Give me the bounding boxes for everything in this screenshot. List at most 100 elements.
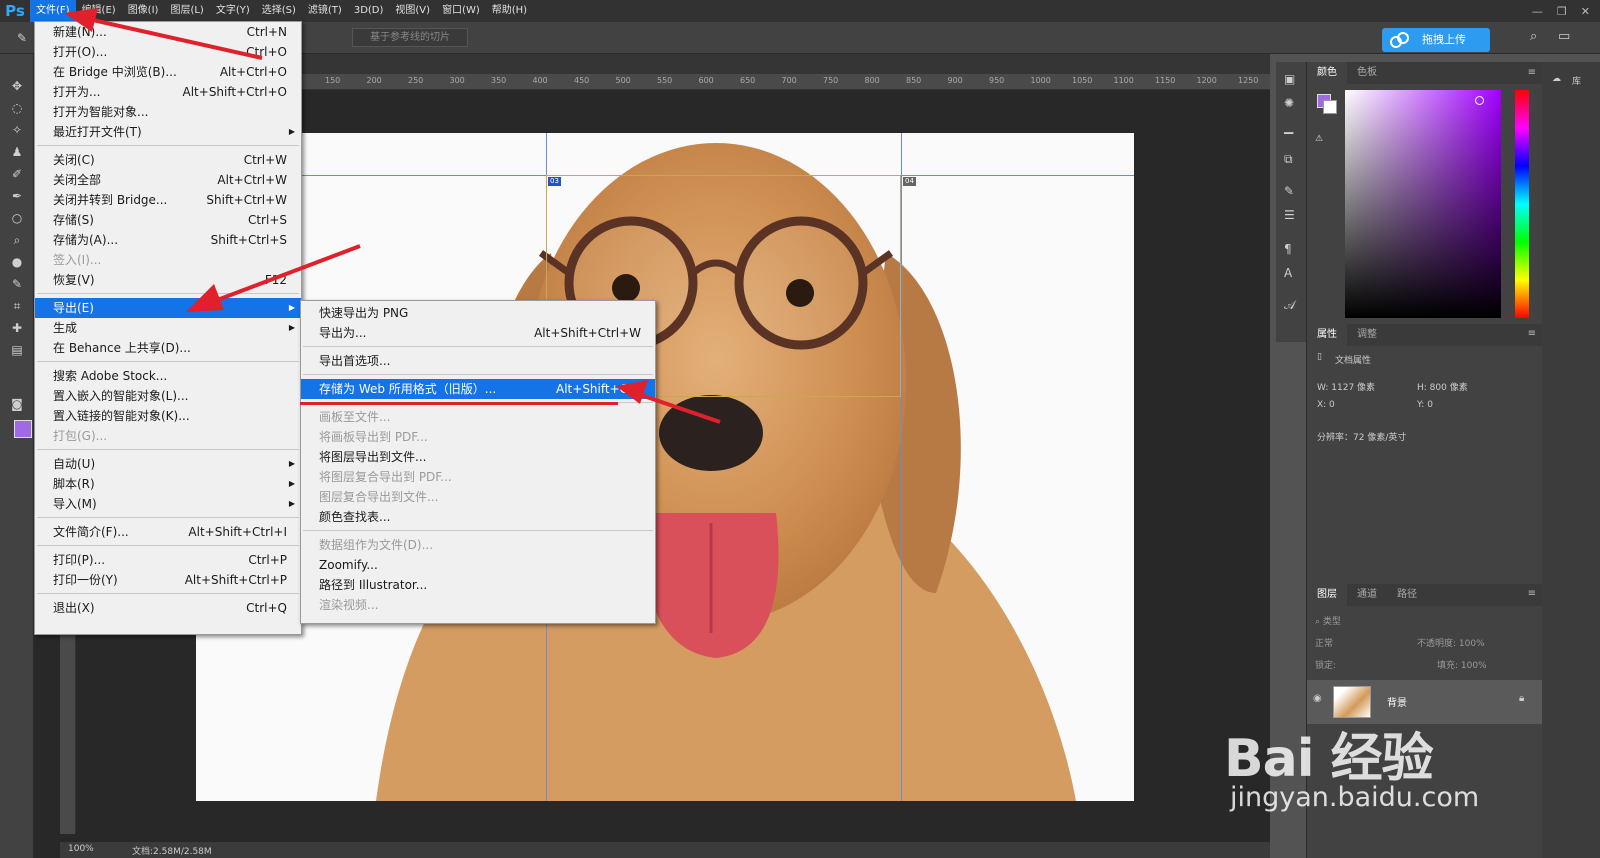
history-brush-icon[interactable]: ✐	[9, 166, 25, 182]
visibility-eye-icon[interactable]: ◉	[1313, 693, 1322, 704]
menu-item-new[interactable]: 新建(N)... Ctrl+N	[35, 22, 301, 42]
paragraph-icon[interactable]: ¶	[1284, 242, 1292, 256]
blend-mode-select[interactable]: 正常	[1315, 636, 1333, 649]
zoom-level[interactable]: 100%	[68, 844, 94, 854]
tab-paths[interactable]: 路径	[1387, 584, 1427, 606]
menu-filter[interactable]: 滤镜(T)	[302, 0, 348, 22]
close-icon[interactable]: ✕	[1581, 5, 1590, 18]
layer-filter[interactable]: ⌕ 类型	[1315, 614, 1341, 627]
menu-item-exit[interactable]: 退出(X) Ctrl+Q	[35, 598, 301, 618]
quick-selection-tool-icon[interactable]: ✧	[9, 122, 25, 138]
menu-item-color-lookup-tables[interactable]: 颜色查找表...	[301, 507, 655, 527]
eyedropper-tool-icon[interactable]: ✎	[9, 276, 25, 292]
panel-background-swatch[interactable]	[1323, 100, 1337, 114]
menu-item-automate[interactable]: 自动(U) ▶	[35, 454, 301, 474]
tab-swatches[interactable]: 色板	[1347, 62, 1387, 84]
menu-item-export[interactable]: 导出(E) ▶	[35, 298, 301, 318]
color-field[interactable]	[1345, 90, 1501, 318]
menu-item-scripts[interactable]: 脚本(R) ▶	[35, 474, 301, 494]
tab-adjustments[interactable]: 调整	[1347, 324, 1387, 346]
menu-layer[interactable]: 图层(L)	[164, 0, 209, 22]
zoom-tool-icon[interactable]: ⌕	[9, 232, 25, 248]
quick-mask-icon[interactable]: ◙	[9, 396, 25, 412]
menu-item-revert[interactable]: 恢复(V) F12	[35, 270, 301, 290]
menu-file[interactable]: 文件(F)	[30, 0, 76, 22]
tab-layers[interactable]: 图层	[1307, 584, 1347, 606]
tab-channels[interactable]: 通道	[1347, 584, 1387, 606]
glyphs-icon[interactable]: 𝒜	[1284, 298, 1295, 313]
layers-menu-icon[interactable]: ≡	[1528, 588, 1536, 599]
menu-item-export-preferences[interactable]: 导出首选项...	[301, 351, 655, 371]
panel-menu-icon[interactable]: ≡	[1528, 67, 1536, 78]
menu-view[interactable]: 视图(V)	[389, 0, 436, 22]
brush-icon[interactable]: ✎	[1284, 184, 1294, 198]
menu-item-print[interactable]: 打印(P)... Ctrl+P	[35, 550, 301, 570]
menu-edit[interactable]: 编辑(E)	[76, 0, 122, 22]
menu-item-place-embedded[interactable]: 置入嵌入的智能对象(L)...	[35, 386, 301, 406]
gamut-warning-icon[interactable]: ⚠	[1315, 134, 1323, 144]
hue-slider[interactable]	[1515, 90, 1529, 318]
drag-upload-button[interactable]: 拖拽上传	[1382, 28, 1490, 52]
search-icon[interactable]: ⌕	[1530, 29, 1537, 44]
menu-item-browse-bridge[interactable]: 在 Bridge 中浏览(B)... Alt+Ctrl+O	[35, 62, 301, 82]
menu-item-open[interactable]: 打开(O)... Ctrl+O	[35, 42, 301, 62]
slice-tool-icon[interactable]: ✎	[14, 30, 30, 46]
character-icon[interactable]: A	[1284, 266, 1292, 280]
pen-tool-icon[interactable]: ✒	[9, 188, 25, 204]
sponge-tool-icon[interactable]: ●	[9, 254, 25, 270]
brush-settings-icon[interactable]: ☰	[1284, 208, 1295, 222]
menu-window[interactable]: 窗口(W)	[436, 0, 486, 22]
menu-item-quick-export-png[interactable]: 快速导出为 PNG	[301, 303, 655, 323]
menu-item-recent-files[interactable]: 最近打开文件(T) ▶	[35, 122, 301, 142]
libraries-icon[interactable]: ☁	[1552, 74, 1561, 84]
menu-item-import[interactable]: 导入(M) ▶	[35, 494, 301, 514]
menu-type[interactable]: 文字(Y)	[210, 0, 256, 22]
restore-icon[interactable]: ❐	[1557, 5, 1567, 18]
history-icon[interactable]: ▣	[1284, 72, 1295, 86]
tab-properties[interactable]: 属性	[1307, 324, 1347, 346]
libraries-label[interactable]: 库	[1572, 74, 1581, 87]
menu-item-print-one-copy[interactable]: 打印一份(Y) Alt+Shift+Ctrl+P	[35, 570, 301, 590]
foreground-color-swatch[interactable]	[14, 420, 32, 438]
menu-item-open-smart-object[interactable]: 打开为智能对象...	[35, 102, 301, 122]
menu-item-layers-to-files[interactable]: 将图层导出到文件...	[301, 447, 655, 467]
menu-item-save-for-web-legacy[interactable]: 存储为 Web 所用格式（旧版）... Alt+Shift+Ctrl	[301, 379, 655, 399]
crop-tool-icon[interactable]: ⌗	[9, 298, 25, 314]
color-picker-ring[interactable]	[1475, 96, 1484, 105]
menu-item-search-adobe-stock[interactable]: 搜索 Adobe Stock...	[35, 366, 301, 386]
opacity-field[interactable]: 不透明度: 100%	[1417, 636, 1485, 649]
menu-item-place-linked[interactable]: 置入链接的智能对象(K)...	[35, 406, 301, 426]
menu-item-export-as[interactable]: 导出为... Alt+Shift+Ctrl+W	[301, 323, 655, 343]
healing-tool-icon[interactable]: ✚	[9, 320, 25, 336]
menu-item-save[interactable]: 存储(S) Ctrl+S	[35, 210, 301, 230]
menu-item-generate[interactable]: 生成 ▶	[35, 318, 301, 338]
minimize-icon[interactable]: —	[1532, 5, 1543, 18]
menu-image[interactable]: 图像(I)	[122, 0, 165, 22]
menu-help[interactable]: 帮助(H)	[486, 0, 533, 22]
menu-item-close-all[interactable]: 关闭全部 Alt+Ctrl+W	[35, 170, 301, 190]
adjustments-icon[interactable]: ✺	[1284, 96, 1294, 110]
slices-from-guides-button[interactable]: 基于参考线的切片	[352, 28, 468, 47]
menu-item-share-behance[interactable]: 在 Behance 上共享(D)...	[35, 338, 301, 358]
menu-item-save-as[interactable]: 存储为(A)... Shift+Ctrl+S	[35, 230, 301, 250]
histogram-icon[interactable]: ▁	[1284, 120, 1293, 134]
menu-item-close[interactable]: 关闭(C) Ctrl+W	[35, 150, 301, 170]
menu-select[interactable]: 选择(S)	[256, 0, 302, 22]
move-tool-icon[interactable]: ✥	[9, 78, 25, 94]
vertical-guide-right[interactable]	[901, 133, 902, 801]
workspace-icon[interactable]: ▭	[1558, 29, 1570, 44]
menu-item-zoomify[interactable]: Zoomify...	[301, 555, 655, 575]
menu-item-open-as[interactable]: 打开为... Alt+Shift+Ctrl+O	[35, 82, 301, 102]
ellipse-tool-icon[interactable]: ○	[9, 210, 25, 226]
menu-item-paths-to-illustrator[interactable]: 路径到 Illustrator...	[301, 575, 655, 595]
tab-color[interactable]: 颜色	[1307, 62, 1347, 84]
fill-field[interactable]: 填充: 100%	[1437, 658, 1487, 671]
properties-menu-icon[interactable]: ≡	[1528, 328, 1536, 339]
menu-item-file-info[interactable]: 文件简介(F)... Alt+Shift+Ctrl+I	[35, 522, 301, 542]
clone-source-icon[interactable]: ⧉	[1284, 152, 1293, 167]
menu-item-close-go-bridge[interactable]: 关闭并转到 Bridge... Shift+Ctrl+W	[35, 190, 301, 210]
menu-3d[interactable]: 3D(D)	[348, 0, 390, 22]
gradient-tool-icon[interactable]: ▤	[9, 342, 25, 358]
lasso-tool-icon[interactable]: ◌	[9, 100, 25, 116]
stamp-tool-icon[interactable]: ♟	[9, 144, 25, 160]
